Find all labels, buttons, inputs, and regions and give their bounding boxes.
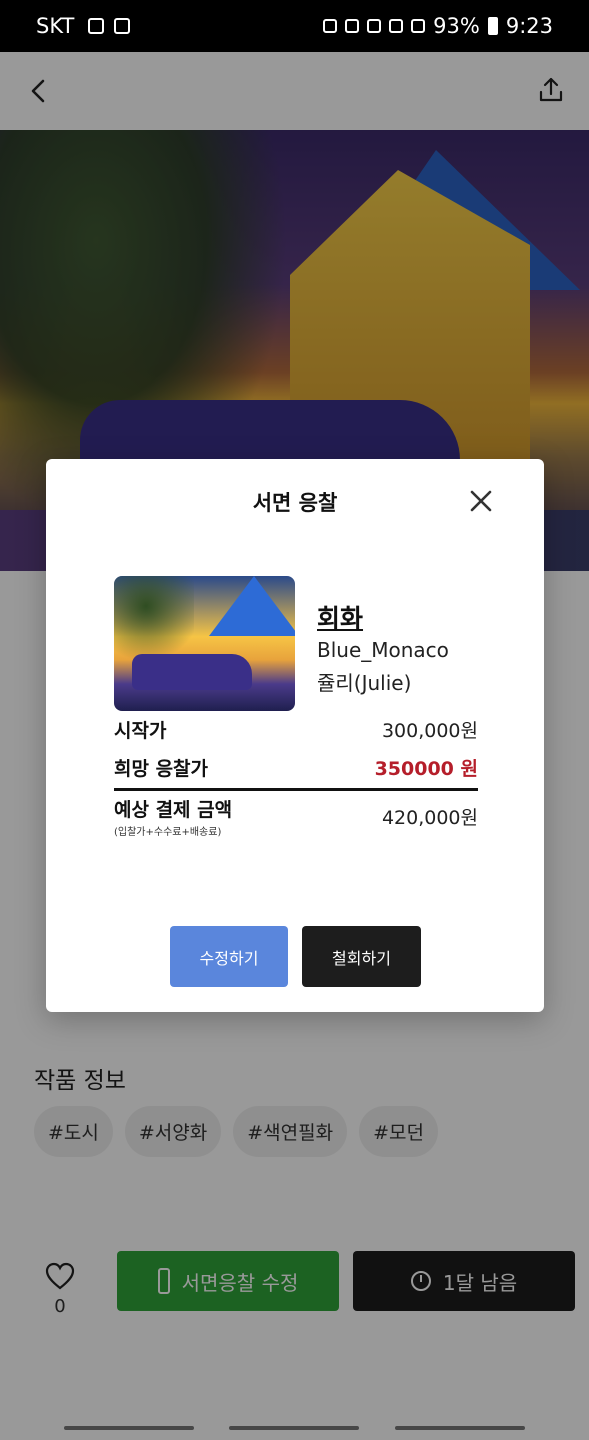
mute-icon <box>367 19 382 33</box>
start-price-row: 시작가 300,000원 <box>114 716 478 743</box>
clock-time: 9:23 <box>505 14 553 38</box>
battery-icon <box>487 17 498 35</box>
artwork-name: Blue_Monaco <box>317 638 449 662</box>
desired-bid-row: 희망 응찰가 350000 원 <box>114 754 478 781</box>
app-notification-icon <box>88 18 105 34</box>
expected-payment-label: 예상 결제 금액 <box>114 799 233 821</box>
artist-name: 쥴리(Julie) <box>317 671 412 695</box>
start-price-value: 300,000원 <box>381 720 478 742</box>
withdraw-button[interactable]: 철회하기 <box>302 926 421 987</box>
status-bar: SKT 93% 9:23 <box>0 0 589 52</box>
wifi-icon <box>389 19 404 33</box>
battery-percent: 93% <box>433 14 480 38</box>
gallery-notification-icon <box>114 18 131 34</box>
close-icon[interactable] <box>470 490 492 512</box>
written-bid-dialog: 서면 응찰 회화 Blue_Monaco 쥴리(Julie) 시작가 300,0… <box>46 459 544 1012</box>
desired-bid-value: 350000 원 <box>374 758 478 780</box>
artwork-thumbnail <box>114 576 295 711</box>
signal-icon <box>411 19 426 33</box>
artwork-category: 회화 <box>317 604 364 633</box>
desired-bid-label: 희망 응찰가 <box>114 758 209 780</box>
alarm-icon <box>345 19 360 33</box>
price-divider <box>114 788 478 791</box>
start-price-label: 시작가 <box>114 720 167 742</box>
expected-payment-note: (입찰가+수수료+배송료) <box>114 827 222 838</box>
expected-payment-value: 420,000원 <box>381 807 478 829</box>
battery-saver-icon <box>323 19 338 33</box>
carrier-label: SKT <box>36 14 75 38</box>
modify-button[interactable]: 수정하기 <box>170 926 288 987</box>
